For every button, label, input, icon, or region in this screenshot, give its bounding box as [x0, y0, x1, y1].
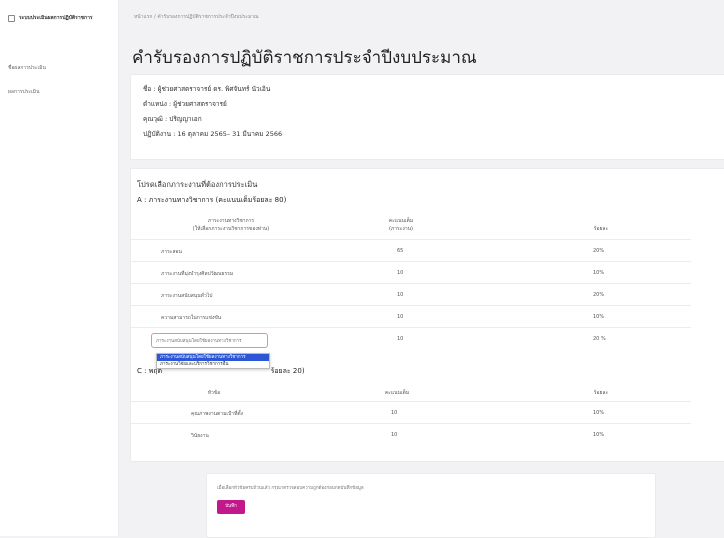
submit-card: เมื่อเลือกหัวข้อครบถ้วนแล้ว กรุณาตรวจสอบ… — [206, 473, 656, 538]
info-degree: คุณวุฒิ : ปริญญาเอก — [143, 115, 202, 123]
breadcrumb[interactable]: หน้าแรก / คำรับรองการปฏิบัติราชการประจำป… — [134, 13, 259, 21]
row-item: วินัยงาน — [191, 433, 209, 439]
row-percent: 20% — [593, 292, 605, 298]
table-row: วินัยงาน 10 10% — [131, 423, 691, 445]
table-row: ภาระสอน 65 20% — [131, 239, 691, 261]
row-percent: 10% — [593, 410, 605, 416]
row-percent: 10% — [593, 314, 605, 320]
section-a-table: ภาระงานทางวิชาการ (ให้เลือกภาระงานวิชากา… — [131, 209, 691, 352]
table-row: ภาระงานที่มุ่งบำรุงศิลปวัฒนธรรม 10 10% — [131, 261, 691, 283]
column-header-task: ภาระงานทางวิชาการ (ให้เลือกภาระงานวิชากา… — [171, 217, 291, 233]
column-header-task-line1: ภาระงานทางวิชาการ — [207, 218, 255, 224]
brand-label: ระบบประเมินผลการปฏิบัติราชการ — [19, 15, 93, 21]
sidebar-item-evaluation-name[interactable]: ชื่อผลการประเมิน — [0, 56, 118, 80]
column-header-percent: ร้อยละ — [593, 226, 609, 232]
row-score: 10 — [397, 270, 404, 276]
evaluation-card: โปรดเลือกภาระงานที่ต้องการประเมิน A : ภา… — [130, 168, 724, 462]
section-c-title-end: ร้อยละ 20) — [270, 367, 305, 375]
info-card: ชื่อ : ผู้ช่วยศาสตราจารย์ ดร. พิศจันทร์ … — [130, 74, 724, 160]
submit-message: เมื่อเลือกหัวข้อครบถ้วนแล้ว กรุณาตรวจสอบ… — [217, 486, 364, 491]
row-score: 10 — [397, 292, 404, 298]
table-row: คุณภาพงานตามเป้าที่ตั้ง 10 10% — [131, 401, 691, 423]
column-header-task-line2: (ให้เลือกภาระงานวิชาการของท่าน) — [192, 226, 270, 232]
row-percent: 20 % — [593, 336, 606, 342]
row-percent: 20% — [593, 248, 605, 254]
page-title: คำรับรองการปฏิบัติราชการประจำปีงบประมาณ — [132, 48, 477, 68]
evaluation-heading: โปรดเลือกภาระงานที่ต้องการประเมิน — [137, 180, 258, 189]
table-row: ภาระงานสนับสนุนทั่วไป 10 20% — [131, 283, 691, 305]
row-percent: 10% — [593, 432, 605, 438]
row-item: คุณภาพงานตามเป้าที่ตั้ง — [191, 411, 244, 417]
row-score: 10 — [391, 410, 398, 416]
main-content: หน้าแรก / คำรับรองการปฏิบัติราชการประจำป… — [118, 0, 724, 538]
row-item: ภาระงานสนับสนุนทั่วไป — [161, 293, 213, 299]
row-score: 10 — [397, 336, 404, 342]
column-header-score: คะแนนเต็ม — [384, 390, 410, 396]
table-header: หัวข้อ คะแนนเต็ม ร้อยละ — [131, 385, 691, 401]
row-percent: 10% — [593, 270, 605, 276]
sidebar: ระบบประเมินผลการปฏิบัติราชการ ชื่อผลการป… — [0, 0, 119, 536]
column-header-percent: ร้อยละ — [593, 390, 609, 396]
info-name: ชื่อ : ผู้ช่วยศาสตราจารย์ ดร. พิศจันทร์ … — [143, 85, 271, 93]
save-button[interactable]: บันทึก — [217, 500, 245, 514]
row-item: ภาระสอน — [161, 249, 182, 255]
table-header: ภาระงานทางวิชาการ (ให้เลือกภาระงานวิชากา… — [131, 209, 691, 239]
task-select[interactable]: ภาระงานสนับสนุนโดยใช้ผลงานทางวิชาการ — [151, 333, 268, 348]
row-score: 65 — [397, 248, 404, 254]
sidebar-nav: ชื่อผลการประเมิน ผลการประเมิน — [0, 56, 118, 104]
section-a-title: A : ภาระงานทางวิชาการ (คะแนนเต็มร้อยละ 8… — [137, 196, 287, 204]
column-header-score: คะแนนเต็ม (ภาระงาน) — [381, 217, 421, 233]
row-score: 10 — [391, 432, 398, 438]
sidebar-brand[interactable]: ระบบประเมินผลการปฏิบัติราชการ — [0, 0, 118, 22]
row-item: ความสามารถในการแข่งขัน — [161, 315, 222, 321]
logo-icon — [8, 14, 15, 22]
column-header-score-line2: (ภาระงาน) — [388, 226, 414, 232]
column-header-topic: หัวข้อ — [207, 390, 221, 396]
row-score: 10 — [397, 314, 404, 320]
task-select-option[interactable]: ภาระงานวิจัยและบริการวิชาการอื่น — [157, 361, 269, 368]
sidebar-item-evaluation-result[interactable]: ผลการประเมิน — [0, 80, 118, 104]
column-header-score-line1: คะแนนเต็ม — [388, 218, 414, 224]
row-item: ภาระงานที่มุ่งบำรุงศิลปวัฒนธรรม — [161, 271, 234, 277]
info-period: ปฏิบัติงาน : 16 ตุลาคม 2565– 31 มีนาคม 2… — [143, 130, 283, 138]
section-c-table: หัวข้อ คะแนนเต็ม ร้อยละ คุณภาพงานตามเป้า… — [131, 385, 691, 445]
task-select-menu: ภาระงานสนับสนุนโดยใช้ผลงานทางวิชาการ ภาร… — [156, 353, 270, 369]
task-select-option[interactable]: ภาระงานสนับสนุนโดยใช้ผลงานทางวิชาการ — [157, 354, 269, 361]
info-position: ตำแหน่ง : ผู้ช่วยศาสตราจารย์ — [143, 100, 227, 108]
table-row: ความสามารถในการแข่งขัน 10 10% — [131, 305, 691, 327]
